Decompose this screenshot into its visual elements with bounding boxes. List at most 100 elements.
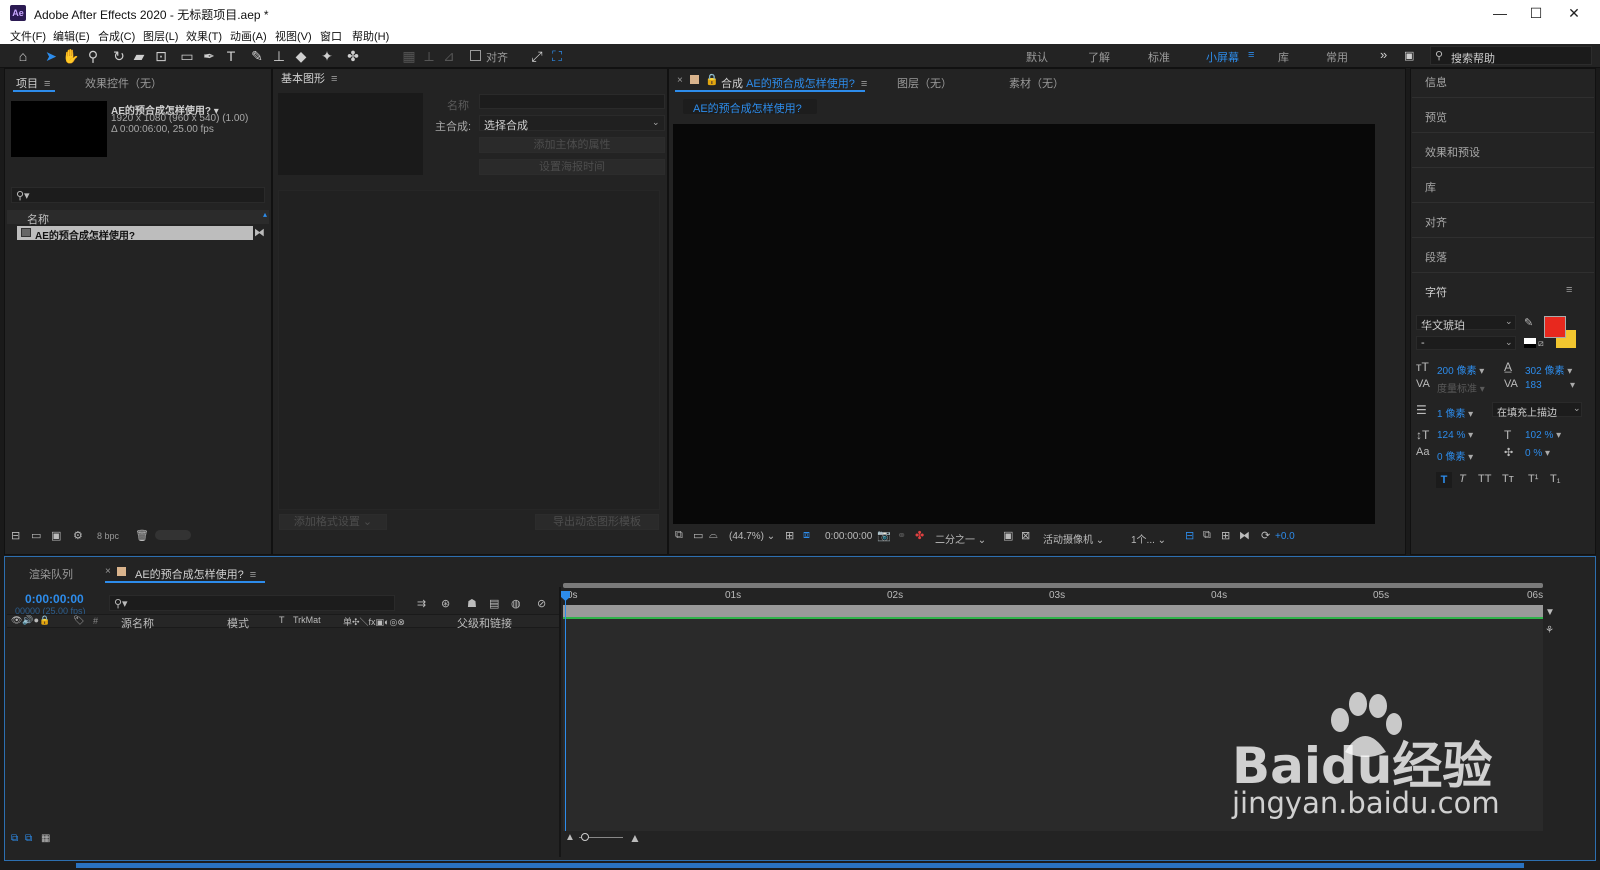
faux-italic-button[interactable]: T <box>1459 473 1466 485</box>
stroke-type-select[interactable]: 在填充上描边 ⌄ <box>1492 402 1582 419</box>
name-field[interactable] <box>479 94 665 109</box>
breadcrumb[interactable]: AE的预合成怎样使用? <box>683 99 817 115</box>
trash-icon[interactable]: 🗑 <box>135 529 149 542</box>
panel-preview[interactable]: 预览 <box>1425 109 1447 125</box>
reset-exposure-icon[interactable]: ⟳ <box>1261 529 1270 542</box>
vr-icon[interactable]: ⌓ <box>709 529 718 542</box>
horizontal-scrollbar[interactable] <box>76 863 1524 868</box>
leading-value[interactable]: 302 像素 ▾ <box>1525 362 1572 377</box>
transparency-grid-icon[interactable]: ⊠ <box>1021 529 1030 542</box>
close-tab-icon[interactable]: × <box>677 75 683 86</box>
hand-tool-icon[interactable]: ✋ <box>62 47 80 65</box>
menu-file[interactable]: 文件(F) <box>10 28 46 44</box>
composition-viewer[interactable] <box>673 124 1375 524</box>
comp-button-icon[interactable]: ⚘ <box>1545 625 1554 636</box>
column-parent-link[interactable]: 父级和链接 <box>457 615 512 631</box>
tab-essential-graphics[interactable]: 基本图形 ≡ <box>281 70 337 86</box>
project-settings-icon[interactable]: ⚙ <box>73 529 83 542</box>
exposure-value[interactable]: +0.0 <box>1275 531 1295 542</box>
workspace-common[interactable]: 常用 <box>1326 49 1348 65</box>
vertical-scale-value[interactable]: 124 % ▾ <box>1437 430 1473 441</box>
eraser-tool-icon[interactable]: ◆ <box>292 47 310 65</box>
timeline-icon[interactable]: ⊞ <box>1221 529 1230 542</box>
camera-tool-icon[interactable]: ▰ <box>130 47 148 65</box>
viewer-timecode[interactable]: 0:00:00:00 <box>825 531 872 542</box>
draft-3d-icon[interactable]: ⊛ <box>441 597 450 610</box>
motion-blur-icon[interactable]: ◍ <box>511 597 521 610</box>
zoom-select[interactable]: (44.7%) ⌄ <box>729 531 775 542</box>
tracking-value[interactable]: 183 <box>1525 380 1542 391</box>
font-size-value[interactable]: 200 像素 ▾ <box>1437 362 1484 377</box>
axis-local-icon[interactable]: ▦ <box>400 47 418 65</box>
av-switches-icon[interactable]: 👁🔊●🔒 <box>11 615 50 626</box>
column-source-name[interactable]: 源名称 <box>121 615 154 631</box>
tab-timeline-comp[interactable]: AE的预合成怎样使用? ≡ <box>135 566 256 582</box>
mask-visibility-icon[interactable]: ⧈ <box>803 529 810 542</box>
menu-effect[interactable]: 效果(T) <box>186 28 222 44</box>
title-safe-icon[interactable]: ⊞ <box>785 529 794 542</box>
menu-help[interactable]: 帮助(H) <box>352 28 389 44</box>
brush-tool-icon[interactable]: ✎ <box>248 47 266 65</box>
current-time-display[interactable]: 0:00:00:00 <box>25 592 84 606</box>
font-family-select[interactable]: 华文琥珀 ⌄ <box>1416 315 1516 332</box>
panel-align[interactable]: 对齐 <box>1425 214 1447 230</box>
axis-view-icon[interactable]: ⊿ <box>440 47 458 65</box>
faux-bold-button[interactable]: T <box>1436 472 1452 488</box>
maximize-icon[interactable]: ☐ <box>1522 3 1550 23</box>
puppet-tool-icon[interactable]: ✤ <box>344 47 362 65</box>
comp-marker-bin-icon[interactable]: ▼ <box>1545 607 1555 618</box>
more-workspaces-icon[interactable]: » <box>1380 47 1387 62</box>
snap-icon[interactable]: ⤢ <box>528 47 546 65</box>
tab-composition[interactable]: 合成 AE的预合成怎样使用? ≡ <box>721 75 867 91</box>
panel-character-title[interactable]: 字符 <box>1425 284 1447 300</box>
camera-select[interactable]: 活动摄像机 ⌄ <box>1043 531 1104 546</box>
flowchart-icon[interactable]: ⧓ <box>1239 529 1250 542</box>
baseline-shift-value[interactable]: 0 像素 ▾ <box>1437 448 1473 463</box>
pan-behind-tool-icon[interactable]: ⊡ <box>152 47 170 65</box>
graph-editor-icon[interactable]: ⊘ <box>537 597 546 610</box>
align-checkbox[interactable] <box>470 50 481 61</box>
menu-composition[interactable]: 合成(C) <box>98 28 135 44</box>
eyedropper-icon[interactable]: ✎ <box>1524 316 1533 329</box>
add-properties-button[interactable]: 添加主体的属性 <box>479 137 665 153</box>
menu-view[interactable]: 视图(V) <box>275 28 312 44</box>
panel-libraries[interactable]: 库 <box>1425 179 1436 195</box>
panel-paragraph[interactable]: 段落 <box>1425 249 1447 265</box>
workspace-small-screen[interactable]: 小屏幕 <box>1206 49 1239 65</box>
snapshot-icon[interactable]: 📷 <box>877 529 891 542</box>
all-caps-button[interactable]: TT <box>1478 473 1491 485</box>
close-tab-icon[interactable]: × <box>105 566 111 577</box>
stroke-width-value[interactable]: 1 像素 ▾ <box>1437 405 1473 420</box>
project-search-input[interactable]: ⚲▾ <box>11 187 265 203</box>
color-channels-icon[interactable]: ✤ <box>915 529 924 542</box>
transfer-controls-toggle-icon[interactable]: ⧉ <box>25 833 32 844</box>
tab-layer[interactable]: 图层（无） <box>897 75 952 91</box>
menu-animation[interactable]: 动画(A) <box>230 28 267 44</box>
zoom-slider-handle[interactable] <box>581 833 589 841</box>
lock-icon[interactable]: 🔒 <box>705 73 719 86</box>
chevron-down-icon[interactable]: ▾ <box>1570 380 1575 391</box>
work-area-range[interactable] <box>563 605 1543 617</box>
always-preview-icon[interactable]: ⧉ <box>675 529 683 542</box>
clone-stamp-tool-icon[interactable]: ⊥ <box>270 47 288 65</box>
column-t[interactable]: T <box>279 615 285 625</box>
tab-effect-controls[interactable]: 效果控件（无） <box>85 75 162 91</box>
label-icon[interactable]: 🏷 <box>73 615 84 626</box>
column-trkmat[interactable]: TrkMat <box>293 615 321 625</box>
no-fill-icon[interactable]: ⧄ <box>1538 338 1544 349</box>
toggle-3d-view-icon[interactable]: ⧉ <box>1203 529 1211 542</box>
bpc-label[interactable]: 8 bpc <box>97 531 119 541</box>
tab-footage[interactable]: 素材（无） <box>1009 75 1064 91</box>
close-icon[interactable]: ✕ <box>1560 3 1588 23</box>
roto-brush-tool-icon[interactable]: ✦ <box>318 47 336 65</box>
current-time-indicator[interactable] <box>565 595 566 831</box>
in-out-toggle-icon[interactable]: ▦ <box>41 833 50 844</box>
time-ruler[interactable]: 0s 01s 02s 03s 04s 05s 06s <box>563 588 1543 604</box>
thumbnail-scroll[interactable] <box>155 530 191 540</box>
minimize-icon[interactable]: — <box>1486 3 1514 23</box>
layer-track-area[interactable] <box>563 619 1543 831</box>
timeline-splitter[interactable] <box>559 587 561 857</box>
views-select[interactable]: 1个... ⌄ <box>1131 531 1166 546</box>
set-poster-time-button[interactable]: 设置海报时间 <box>479 159 665 175</box>
selection-tool-icon[interactable]: ➤ <box>42 47 60 65</box>
